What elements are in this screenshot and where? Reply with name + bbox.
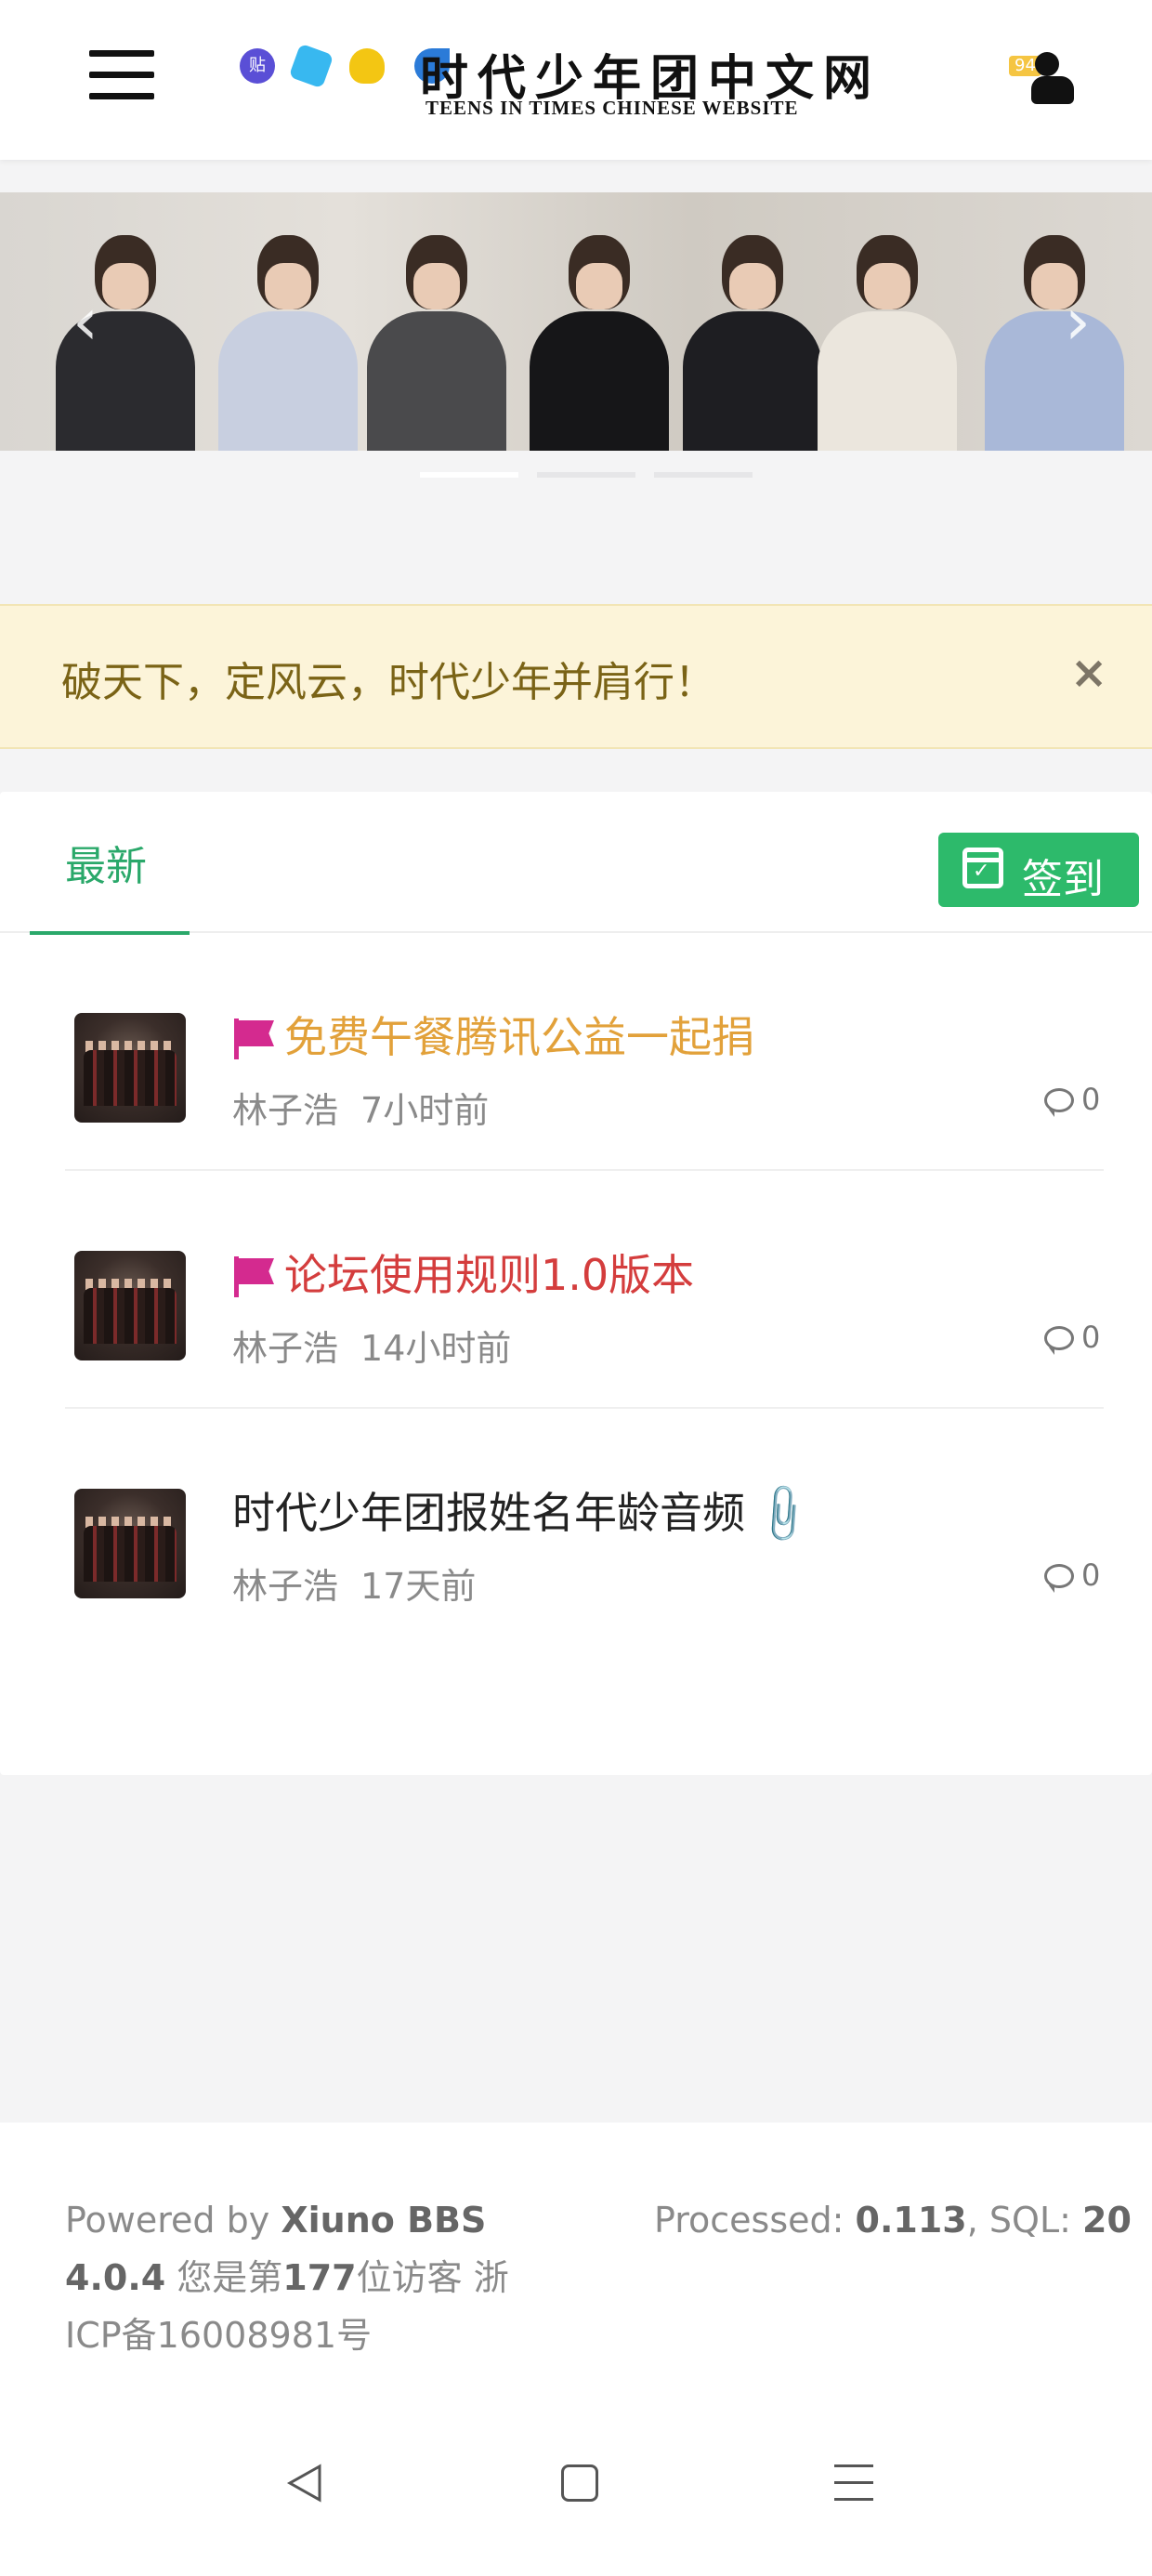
site-title-en: TEENS IN TIMES CHINESE WEBSITE <box>425 97 799 119</box>
carousel-prev-icon[interactable]: ‹ <box>58 289 113 354</box>
home-icon[interactable] <box>561 2464 598 2502</box>
thread-author[interactable]: 林子浩 <box>232 1090 338 1131</box>
flag-icon <box>232 1256 274 1297</box>
footer-powered-by: Powered by Xiuno BBS 4.0.4 您是第177位访客 浙ICP… <box>65 2200 509 2356</box>
comment-icon <box>1044 1564 1074 1593</box>
thread-author[interactable]: 林子浩 <box>232 1328 338 1369</box>
checkin-label: 签到 <box>1022 856 1104 903</box>
thread-time: 17天前 <box>360 1566 477 1607</box>
comment-icon <box>1044 1088 1074 1117</box>
reply-count: 0 <box>1044 1320 1100 1355</box>
user-icon[interactable]: 94 <box>1009 48 1080 110</box>
mascot-icon <box>349 48 385 84</box>
back-icon[interactable] <box>282 2461 327 2505</box>
banner-group-photo <box>0 192 1152 451</box>
thread-meta: 林子浩 17天前 <box>232 1557 476 1609</box>
banner-carousel[interactable]: ‹ › <box>0 192 1152 451</box>
page-footer: Powered by Xiuno BBS 4.0.4 您是第177位访客 浙ICP… <box>0 2123 1152 2401</box>
flag-icon <box>232 1019 274 1059</box>
tab-latest-label: 最新 <box>65 843 147 890</box>
thread-title[interactable]: 时代少年团报姓名年龄音频📎 <box>232 1479 818 1549</box>
top-navbar: 贴 时代少年团中文网 TEENS IN TIMES CHINESE WEBSIT… <box>0 0 1152 160</box>
thread-author[interactable]: 林子浩 <box>232 1566 338 1607</box>
thread-list-card: 最新 签到 免费午餐腾讯公益一起捐 林子浩 7小时前 0 论坛使用规则1.0版本 … <box>0 792 1152 1775</box>
thread-title[interactable]: 论坛使用规则1.0版本 <box>232 1242 694 1303</box>
footer-stats: Processed: 0.113, SQL: 20 <box>654 2200 1132 2241</box>
recents-icon[interactable] <box>834 2463 873 2504</box>
announcement-text: 破天下，定风云，时代少年并肩行！ <box>61 659 715 706</box>
tieba-icon: 贴 <box>240 48 275 84</box>
menu-icon[interactable] <box>89 50 154 100</box>
carousel-next-icon[interactable]: › <box>1050 289 1106 354</box>
thread-time: 14小时前 <box>360 1328 512 1369</box>
system-nav-bar <box>0 2401 1152 2576</box>
reply-count: 0 <box>1044 1557 1100 1593</box>
tab-latest[interactable]: 最新 <box>30 792 190 935</box>
paperclip-icon: 📎 <box>748 1479 818 1549</box>
thread-row[interactable]: 论坛使用规则1.0版本 林子浩 14小时前 0 <box>0 1171 1152 1409</box>
checkin-button[interactable]: 签到 <box>938 833 1139 907</box>
calendar-check-icon <box>962 848 1003 888</box>
thread-tabs: 最新 签到 <box>0 792 1152 935</box>
announcement-alert: 破天下，定风云，时代少年并肩行！ × <box>0 604 1152 749</box>
carousel-indicator-1[interactable] <box>420 472 518 478</box>
avatar[interactable] <box>74 1251 186 1360</box>
carousel-indicator-2[interactable] <box>537 472 635 478</box>
thread-time: 7小时前 <box>360 1090 490 1131</box>
thread-row[interactable]: 时代少年团报姓名年龄音频📎 林子浩 17天前 0 <box>0 1409 1152 1647</box>
carousel-indicators <box>420 472 754 481</box>
comment-icon <box>1044 1326 1074 1355</box>
thread-row[interactable]: 免费午餐腾讯公益一起捐 林子浩 7小时前 0 <box>0 933 1152 1171</box>
reply-count: 0 <box>1044 1082 1100 1117</box>
site-logo[interactable]: 贴 时代少年团中文网 TEENS IN TIMES CHINESE WEBSIT… <box>240 39 871 123</box>
avatar[interactable] <box>74 1013 186 1123</box>
thread-meta: 林子浩 14小时前 <box>232 1320 511 1371</box>
paper-plane-icon <box>288 43 334 89</box>
thread-title[interactable]: 免费午餐腾讯公益一起捐 <box>232 1004 754 1065</box>
close-icon[interactable]: × <box>1070 647 1107 699</box>
thread-meta: 林子浩 7小时前 <box>232 1082 489 1133</box>
carousel-indicator-3[interactable] <box>654 472 753 478</box>
avatar[interactable] <box>74 1489 186 1598</box>
